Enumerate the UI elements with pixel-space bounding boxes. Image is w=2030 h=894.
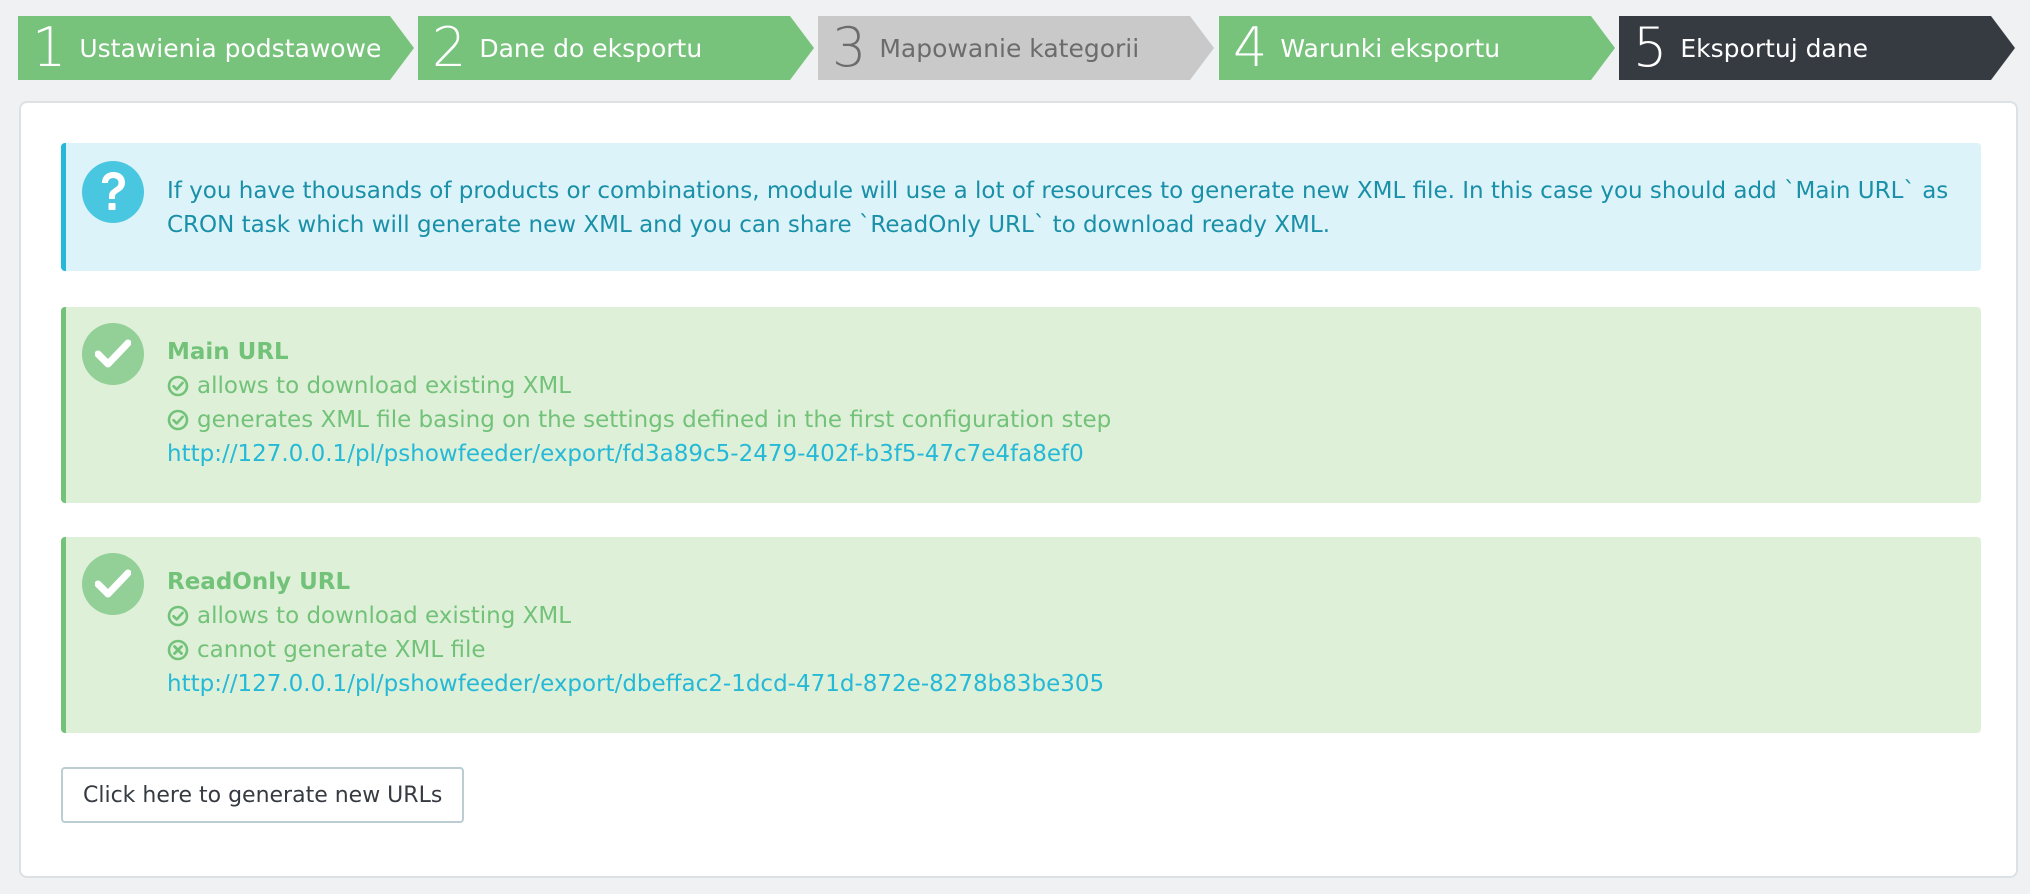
- step-label: Dane do eksportu: [479, 33, 703, 63]
- step-label: Ustawienia podstawowe: [79, 33, 382, 63]
- feature-item: allows to download existing XML: [167, 599, 1947, 633]
- check-circle-outline-icon: [167, 605, 189, 627]
- step-number: 4: [1233, 16, 1267, 79]
- step-2-export-data[interactable]: 2 Dane do eksportu: [418, 16, 814, 80]
- feature-text: cannot generate XML file: [197, 637, 486, 663]
- step-label: Mapowanie kategorii: [879, 33, 1140, 63]
- question-circle-icon: [82, 161, 144, 223]
- step-4-export-conditions[interactable]: 4 Warunki eksportu: [1219, 16, 1615, 80]
- feature-item: cannot generate XML file: [167, 633, 1947, 667]
- step-number: 1: [32, 16, 66, 79]
- readonly-url-body: ReadOnly URL allows to download existing…: [167, 565, 1947, 701]
- feature-text: allows to download existing XML: [197, 373, 572, 399]
- readonly-url-title: ReadOnly URL: [167, 569, 351, 595]
- main-url-title: Main URL: [167, 339, 289, 365]
- step-label: Eksportuj dane: [1680, 33, 1869, 63]
- main-url-alert: Main URL allows to download existing XML…: [61, 307, 1981, 503]
- generate-new-urls-button[interactable]: Click here to generate new URLs: [61, 767, 465, 823]
- feature-item: generates XML file basing on the setting…: [167, 403, 1947, 437]
- step-number: 5: [1633, 16, 1667, 79]
- wizard-steps: 1 Ustawienia podstawowe 2 Dane do ekspor…: [18, 16, 2017, 80]
- main-url-link[interactable]: http://127.0.0.1/pl/pshowfeeder/export/f…: [167, 441, 1084, 467]
- step-1-basic-settings[interactable]: 1 Ustawienia podstawowe: [18, 16, 414, 80]
- check-circle-icon: [82, 323, 144, 385]
- step-label: Warunki eksportu: [1280, 33, 1501, 63]
- times-circle-icon: [167, 639, 189, 661]
- feature-text: generates XML file basing on the setting…: [197, 407, 1112, 433]
- export-panel: If you have thousands of products or com…: [19, 101, 2018, 878]
- step-number: 3: [832, 16, 866, 79]
- check-circle-icon: [82, 553, 144, 615]
- step-3-category-mapping[interactable]: 3 Mapowanie kategorii: [818, 16, 1214, 80]
- info-alert: If you have thousands of products or com…: [61, 143, 1981, 271]
- check-circle-outline-icon: [167, 375, 189, 397]
- check-circle-outline-icon: [167, 409, 189, 431]
- feature-text: allows to download existing XML: [197, 603, 572, 629]
- main-url-body: Main URL allows to download existing XML…: [167, 335, 1947, 471]
- info-message: If you have thousands of products or com…: [167, 178, 1949, 238]
- readonly-url-alert: ReadOnly URL allows to download existing…: [61, 537, 1981, 733]
- readonly-url-link[interactable]: http://127.0.0.1/pl/pshowfeeder/export/d…: [167, 671, 1104, 697]
- step-number: 2: [432, 16, 466, 79]
- feature-item: allows to download existing XML: [167, 369, 1947, 403]
- step-5-export[interactable]: 5 Eksportuj dane: [1619, 16, 2015, 80]
